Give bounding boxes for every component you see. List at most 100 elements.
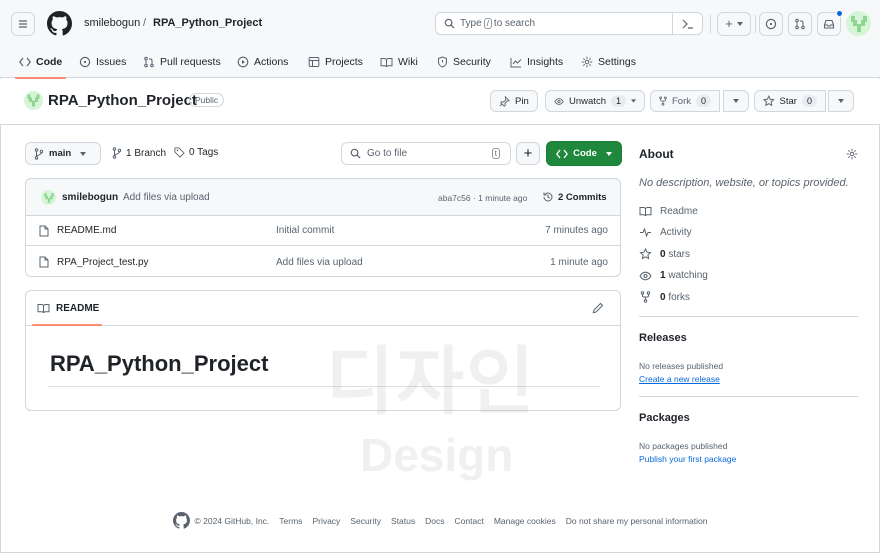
footer-link-contact[interactable]: Contact bbox=[455, 516, 484, 526]
repo-nav: Code Issues Pull requests Actions Projec… bbox=[0, 46, 880, 79]
footer-link-do-not-share[interactable]: Do not share my personal information bbox=[566, 516, 708, 526]
pull-requests-button[interactable] bbox=[788, 12, 812, 36]
pin-button[interactable]: Pin bbox=[490, 90, 538, 112]
footer-link-status[interactable]: Status bbox=[391, 516, 415, 526]
branch-icon bbox=[112, 147, 122, 159]
tab-wiki[interactable]: Wiki bbox=[380, 46, 418, 78]
about-readme-link[interactable]: Readme bbox=[639, 206, 698, 217]
tab-pull-requests[interactable]: Pull requests bbox=[143, 46, 221, 78]
heading-rule bbox=[48, 386, 600, 387]
footer-link-cookies[interactable]: Manage cookies bbox=[494, 516, 556, 526]
about-item-label: watching bbox=[668, 270, 708, 281]
create-new-button[interactable]: + bbox=[717, 12, 751, 36]
menu-button[interactable] bbox=[11, 12, 35, 36]
about-description: No description, website, or topics provi… bbox=[639, 177, 849, 189]
add-file-button[interactable]: + bbox=[516, 142, 540, 165]
about-watching-link[interactable]: 1 watching bbox=[639, 270, 708, 281]
about-stars-link[interactable]: 0 stars bbox=[639, 248, 690, 260]
github-logo[interactable] bbox=[47, 11, 72, 36]
footer-link-docs[interactable]: Docs bbox=[425, 516, 444, 526]
file-commit-message[interactable]: Initial commit bbox=[276, 225, 334, 236]
file-name[interactable]: RPA_Project_test.py bbox=[57, 257, 149, 268]
readme-tab[interactable]: README bbox=[37, 291, 99, 326]
code-icon bbox=[556, 149, 569, 158]
star-button[interactable]: Star 0 bbox=[754, 90, 826, 112]
user-avatar[interactable] bbox=[846, 11, 871, 36]
commit-author[interactable]: smilebogun bbox=[62, 192, 118, 203]
book-icon bbox=[380, 57, 393, 67]
footer-link-security[interactable]: Security bbox=[350, 516, 381, 526]
about-forks-link[interactable]: 0 forks bbox=[639, 291, 690, 303]
star-dropdown[interactable] bbox=[828, 90, 854, 112]
tab-code[interactable]: Code bbox=[14, 46, 67, 79]
commit-message[interactable]: Add files via upload bbox=[123, 192, 210, 203]
create-release-link[interactable]: Create a new release bbox=[639, 374, 720, 384]
tags-link[interactable]: 0 Tags bbox=[174, 147, 218, 158]
star-icon bbox=[639, 248, 652, 260]
divider bbox=[639, 316, 858, 317]
go-to-file-placeholder: Go to file bbox=[367, 148, 408, 159]
branches-count: 1 Branch bbox=[126, 147, 167, 159]
about-activity-link[interactable]: Activity bbox=[639, 227, 692, 238]
commit-hash-time[interactable]: aba7c56 · 1 minute ago bbox=[438, 193, 527, 203]
publish-package-link[interactable]: Publish your first package bbox=[639, 454, 736, 464]
branches-link[interactable]: 1 Branch bbox=[112, 147, 166, 159]
global-search[interactable]: Type / to search bbox=[435, 12, 703, 35]
tab-insights[interactable]: Insights bbox=[510, 46, 563, 78]
fork-button[interactable]: Fork 0 bbox=[650, 90, 720, 112]
pulse-icon bbox=[640, 227, 651, 238]
repo-header: RPA_Python_Project Public Pin Unwatch 1 … bbox=[0, 79, 880, 125]
file-commit-message[interactable]: Add files via upload bbox=[276, 257, 363, 268]
tab-projects[interactable]: Projects bbox=[308, 46, 363, 78]
code-icon bbox=[19, 57, 31, 67]
play-icon bbox=[237, 56, 249, 68]
tab-label: Insights bbox=[527, 56, 564, 68]
about-item-label: stars bbox=[668, 248, 691, 260]
branch-select[interactable]: main bbox=[25, 142, 101, 165]
branch-name: main bbox=[49, 148, 72, 159]
tab-settings[interactable]: Settings bbox=[581, 46, 636, 78]
footer-link-privacy[interactable]: Privacy bbox=[312, 516, 340, 526]
readme-tab-label: README bbox=[56, 303, 100, 314]
go-to-file-input[interactable]: Go to file t bbox=[341, 142, 511, 165]
commits-count: 2 Commits bbox=[558, 191, 607, 203]
file-commit-time: 7 minutes ago bbox=[545, 225, 608, 236]
search-shortcut: / bbox=[483, 18, 492, 29]
commit-author-avatar[interactable] bbox=[41, 190, 56, 205]
tab-label: Pull requests bbox=[160, 56, 221, 68]
repo-title[interactable]: RPA_Python_Project bbox=[48, 92, 197, 109]
shield-icon bbox=[438, 56, 447, 68]
table-row[interactable]: README.md Initial commit 7 minutes ago bbox=[26, 216, 620, 246]
eye-icon bbox=[554, 97, 564, 105]
repo-link[interactable]: RPA_Python_Project bbox=[153, 17, 262, 29]
issues-button[interactable] bbox=[759, 12, 783, 36]
code-button[interactable]: Code bbox=[546, 141, 622, 166]
watching-count: 1 bbox=[660, 270, 666, 281]
tab-security[interactable]: Security bbox=[437, 46, 491, 78]
commits-link[interactable]: 2 Commits bbox=[542, 191, 607, 203]
about-item-label: forks bbox=[668, 291, 691, 303]
owner-link[interactable]: smilebogun bbox=[84, 17, 140, 29]
graph-icon bbox=[510, 57, 522, 67]
readme-panel: README RPA_Python_Project bbox=[25, 290, 621, 411]
command-palette-button[interactable] bbox=[672, 13, 702, 34]
chevron-down-icon bbox=[605, 151, 612, 156]
forks-count: 0 bbox=[660, 291, 666, 303]
gear-icon[interactable] bbox=[846, 148, 858, 160]
fork-label: Fork bbox=[671, 95, 691, 107]
owner-avatar[interactable] bbox=[24, 91, 43, 110]
releases-title[interactable]: Releases bbox=[639, 332, 687, 344]
fork-dropdown[interactable] bbox=[723, 90, 749, 112]
file-name[interactable]: README.md bbox=[57, 225, 116, 236]
tab-actions[interactable]: Actions bbox=[237, 46, 288, 78]
issue-icon bbox=[765, 18, 777, 30]
unwatch-button[interactable]: Unwatch 1 bbox=[545, 90, 645, 112]
book-icon bbox=[37, 304, 50, 314]
table-row[interactable]: RPA_Project_test.py Add files via upload… bbox=[26, 247, 620, 277]
packages-title[interactable]: Packages bbox=[639, 412, 690, 424]
tab-issues[interactable]: Issues bbox=[79, 46, 126, 78]
breadcrumb-separator: / bbox=[143, 17, 147, 29]
pencil-icon[interactable] bbox=[592, 302, 604, 314]
footer-link-terms[interactable]: Terms bbox=[279, 516, 302, 526]
file-list: README.md Initial commit 7 minutes ago R… bbox=[25, 216, 621, 277]
